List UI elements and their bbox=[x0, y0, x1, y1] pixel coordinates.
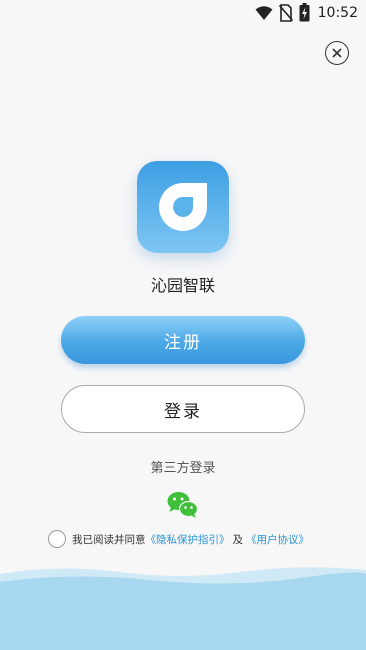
close-button[interactable] bbox=[325, 41, 349, 65]
agreement-and: 及 bbox=[232, 533, 244, 546]
wechat-login-button[interactable] bbox=[166, 490, 200, 520]
status-icons: 10:52 bbox=[255, 3, 358, 22]
register-button[interactable]: 注册 bbox=[61, 316, 305, 364]
agreement-row: 我已阅读并同意 《隐私保护指引》 及 《用户协议》 bbox=[48, 530, 309, 548]
close-icon bbox=[332, 48, 342, 58]
status-bar: 10:52 bbox=[0, 0, 366, 26]
app-name: 沁园智联 bbox=[150, 276, 215, 295]
app-logo bbox=[137, 161, 229, 253]
agreement-prefix: 我已阅读并同意 bbox=[72, 533, 146, 546]
leaf-drop-icon bbox=[159, 183, 207, 231]
status-time: 10:52 bbox=[317, 4, 358, 21]
third-party-login-label: 第三方登录 bbox=[150, 461, 216, 476]
user-agreement-link[interactable]: 《用户协议》 bbox=[246, 532, 309, 547]
wechat-icon bbox=[167, 492, 199, 518]
battery-charging-icon bbox=[299, 3, 310, 22]
privacy-policy-link[interactable]: 《隐私保护指引》 bbox=[146, 532, 230, 547]
login-button[interactable]: 登录 bbox=[61, 385, 305, 433]
wave-decoration bbox=[0, 567, 366, 650]
wifi-icon bbox=[255, 5, 273, 20]
agreement-checkbox[interactable] bbox=[48, 530, 66, 548]
no-sim-icon bbox=[278, 3, 293, 22]
